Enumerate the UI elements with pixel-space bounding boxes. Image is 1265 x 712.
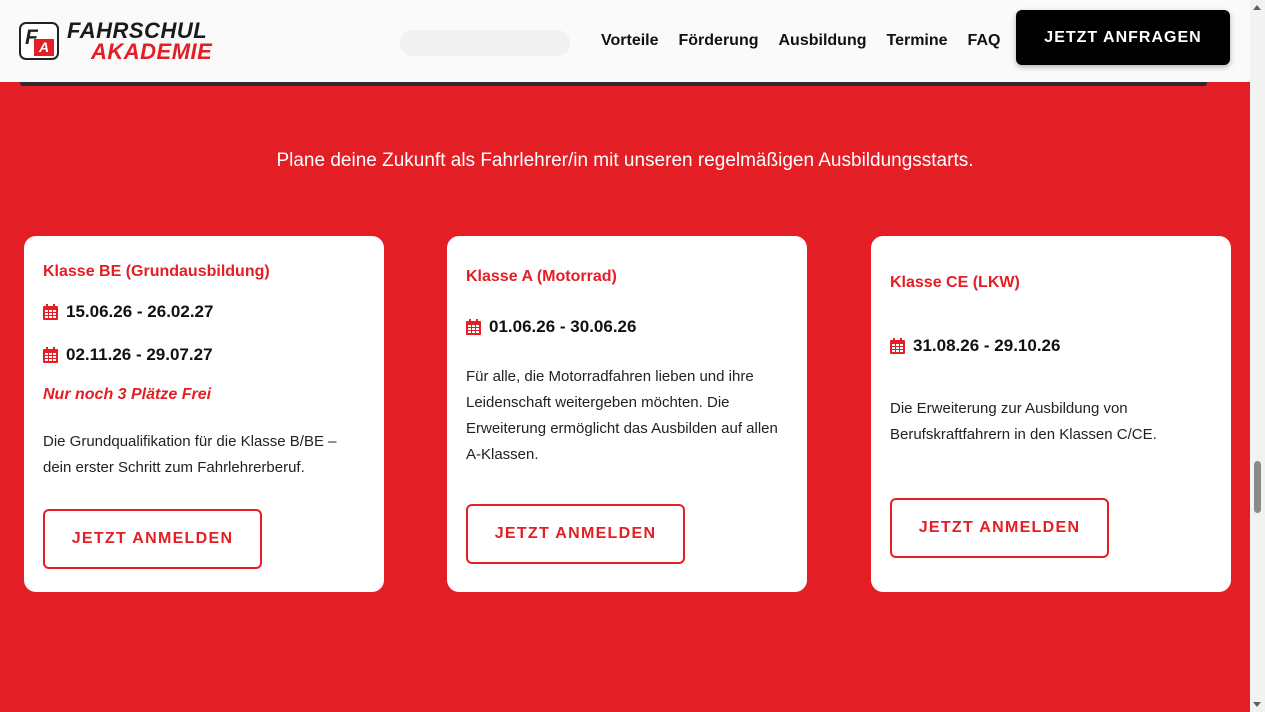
jetzt-anmelden-button[interactable]: JETZT ANMELDEN xyxy=(466,504,685,564)
header-divider xyxy=(20,82,1207,86)
date-range: 01.06.26 - 30.06.26 xyxy=(489,317,637,336)
card-title: Klasse BE (Grundausbildung) xyxy=(43,263,270,280)
card-title: Klasse A (Motorrad) xyxy=(466,268,617,285)
jetzt-anmelden-button[interactable]: JETZT ANMELDEN xyxy=(43,509,262,569)
nav-vorteile[interactable]: Vorteile xyxy=(601,31,659,51)
date-range: 31.08.26 - 29.10.26 xyxy=(913,336,1061,355)
jetzt-anfragen-button[interactable]: JETZT ANFRAGEN xyxy=(1016,10,1230,65)
card-description: Die Grundqualifikation für die Klasse B/… xyxy=(43,433,337,476)
course-date: 01.06.26 - 30.06.26 xyxy=(466,317,636,337)
course-date: 15.06.26 - 26.02.27 xyxy=(43,302,213,322)
calendar-icon xyxy=(466,319,481,335)
section-intro: Plane deine Zukunft als Fahrlehrer/in mi… xyxy=(276,150,974,171)
calendar-icon xyxy=(43,304,58,320)
nav-termine[interactable]: Termine xyxy=(886,31,947,51)
logo-mark-icon: FA xyxy=(19,22,59,60)
page-scrollbar[interactable] xyxy=(1250,0,1265,712)
calendar-icon xyxy=(890,338,905,354)
nav-faq[interactable]: FAQ xyxy=(968,31,1001,51)
main-nav: Vorteile Förderung Ausbildung Termine FA… xyxy=(601,31,1020,51)
nav-ausbildung[interactable]: Ausbildung xyxy=(779,31,867,51)
faded-header-element xyxy=(400,30,570,56)
scroll-down-arrow-icon[interactable] xyxy=(1253,702,1261,707)
course-card-be: Klasse BE (Grundausbildung) 15.06.26 - 2… xyxy=(24,236,384,592)
logo-text-bottom: AKADEMIE xyxy=(91,39,213,64)
card-title: Klasse CE (LKW) xyxy=(890,274,1020,291)
course-card-ce: Klasse CE (LKW) 31.08.26 - 29.10.26 Die … xyxy=(871,236,1231,592)
date-range: 02.11.26 - 29.07.27 xyxy=(66,345,213,364)
card-description: Für alle, die Motorradfahren lieben und … xyxy=(466,368,778,463)
site-header: FA FAHRSCHUL AKADEMIE Vorteile Förderung… xyxy=(0,0,1250,82)
calendar-icon xyxy=(43,347,58,363)
jetzt-anmelden-button[interactable]: JETZT ANMELDEN xyxy=(890,498,1109,558)
course-date: 31.08.26 - 29.10.26 xyxy=(890,336,1060,356)
nav-foerderung[interactable]: Förderung xyxy=(679,31,759,51)
scroll-thumb[interactable] xyxy=(1254,461,1261,513)
scroll-up-arrow-icon[interactable] xyxy=(1253,5,1261,10)
date-range: 15.06.26 - 26.02.27 xyxy=(66,302,214,321)
availability-note: Nur noch 3 Plätze Frei xyxy=(43,386,212,403)
card-description: Die Erweiterung zur Ausbildung von Beruf… xyxy=(890,400,1157,443)
logo[interactable]: FA FAHRSCHUL AKADEMIE xyxy=(19,20,234,64)
course-date: 02.11.26 - 29.07.27 xyxy=(43,345,213,365)
course-card-a: Klasse A (Motorrad) 01.06.26 - 30.06.26 … xyxy=(447,236,807,592)
